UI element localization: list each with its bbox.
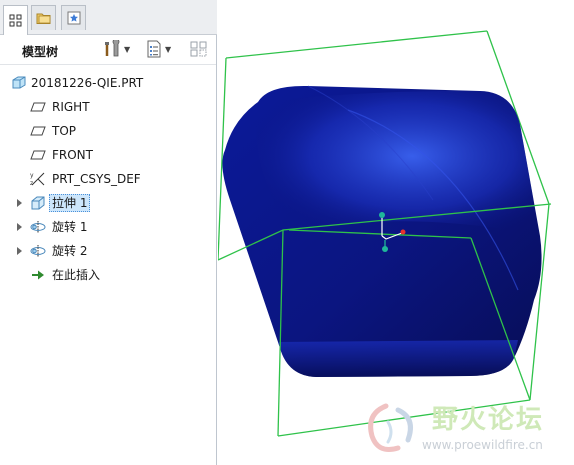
tree-item-top[interactable]: TOP bbox=[0, 119, 216, 143]
part-icon bbox=[12, 76, 26, 89]
model-tree-tab[interactable] bbox=[3, 5, 28, 35]
tree-item-right[interactable]: RIGHT bbox=[0, 95, 216, 119]
extrude-icon bbox=[31, 196, 45, 210]
favorites-tab[interactable] bbox=[61, 5, 86, 30]
tree-item-insert-here[interactable]: 在此插入 bbox=[0, 263, 216, 287]
csys-icon: y z bbox=[30, 172, 45, 187]
datum-plane-icon bbox=[30, 150, 46, 160]
tree-item-label: TOP bbox=[52, 124, 77, 138]
tree-item-label: FRONT bbox=[52, 148, 93, 162]
chevron-down-icon: ▼ bbox=[124, 44, 131, 54]
watermark-text: 野火论坛 bbox=[432, 405, 545, 435]
expand-arrow-icon[interactable] bbox=[16, 198, 24, 208]
insert-arrow-icon bbox=[32, 270, 44, 280]
graphics-viewport[interactable]: 野火论坛 www.proewildfire.cn bbox=[218, 0, 574, 465]
tree-item-label: 在此插入 bbox=[52, 268, 101, 282]
tree-item-label: 旋转 2 bbox=[52, 244, 88, 258]
tools-icon bbox=[105, 40, 120, 57]
model-tree-toolbar: 模型树 ▼ ▼ bbox=[0, 35, 216, 63]
watermark-logo-icon bbox=[368, 403, 413, 452]
tree-root-item[interactable]: 20181226-QIE.PRT bbox=[0, 71, 216, 95]
model-tree-icon bbox=[9, 14, 21, 26]
tree-item-label: RIGHT bbox=[52, 100, 90, 114]
settings-button[interactable]: ▼ bbox=[103, 39, 130, 59]
tree-item-label: 拉伸 1 bbox=[49, 194, 91, 212]
chevron-down-icon: ▼ bbox=[165, 44, 172, 54]
tree-item-front[interactable]: FRONT bbox=[0, 143, 216, 167]
datum-plane-icon bbox=[30, 126, 46, 136]
model-tree-title: 模型树 bbox=[22, 45, 59, 59]
filter-grid-icon bbox=[190, 41, 207, 57]
favorites-star-icon bbox=[67, 11, 80, 25]
svg-text:y: y bbox=[30, 172, 34, 179]
expand-arrow-icon[interactable] bbox=[16, 222, 24, 232]
folder-icon bbox=[36, 13, 50, 24]
tree-root-label: 20181226-QIE.PRT bbox=[31, 76, 144, 90]
tree-item-revolve-2[interactable]: 旋转 2 bbox=[0, 239, 216, 263]
tree-item-label: PRT_CSYS_DEF bbox=[52, 172, 141, 186]
svg-text:z: z bbox=[30, 180, 33, 187]
folder-browser-tab[interactable] bbox=[31, 5, 56, 30]
revolve-icon bbox=[30, 245, 46, 257]
toolbar-divider bbox=[0, 64, 216, 65]
show-button[interactable]: ▼ bbox=[146, 39, 171, 59]
datum-plane-icon bbox=[30, 102, 46, 112]
model-tree: 20181226-QIE.PRT RIGHT TOP FRONT y z PRT… bbox=[0, 71, 216, 287]
filter-button[interactable] bbox=[190, 39, 208, 59]
tree-item-csys[interactable]: y z PRT_CSYS_DEF bbox=[0, 167, 216, 191]
watermark-url: www.proewildfire.cn bbox=[422, 438, 543, 452]
model-tree-panel: 模型树 ▼ ▼ 20181226-QIE.PRT RIGHT TOP FRONT… bbox=[0, 0, 217, 465]
tree-item-revolve-1[interactable]: 旋转 1 bbox=[0, 215, 216, 239]
expand-arrow-icon[interactable] bbox=[16, 246, 24, 256]
list-icon bbox=[147, 40, 161, 58]
forum-watermark: 野火论坛 www.proewildfire.cn bbox=[358, 392, 570, 462]
revolve-icon bbox=[30, 221, 46, 233]
tree-item-label: 旋转 1 bbox=[52, 220, 88, 234]
tree-item-extrude-1[interactable]: 拉伸 1 bbox=[0, 191, 216, 215]
navigator-tabs bbox=[0, 0, 217, 35]
